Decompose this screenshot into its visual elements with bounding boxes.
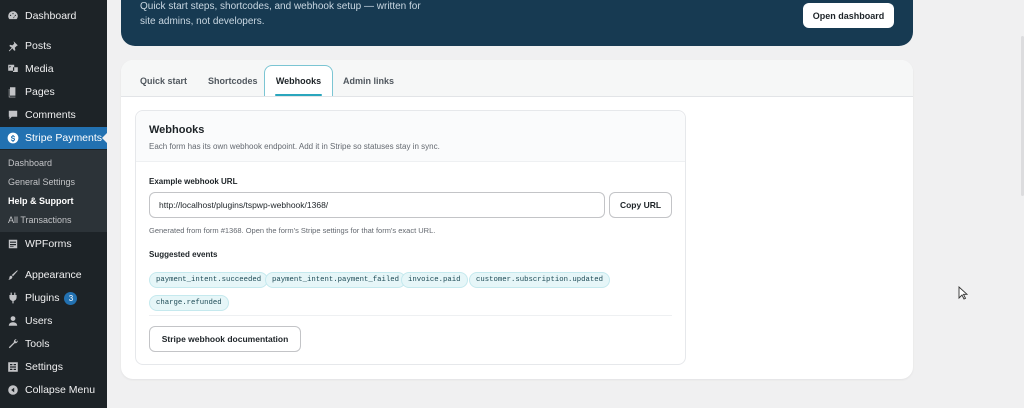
menu-label: Posts bbox=[25, 40, 52, 52]
brush-icon bbox=[6, 268, 20, 282]
menu-tools[interactable]: Tools bbox=[0, 333, 107, 355]
mouse-cursor-icon bbox=[958, 286, 968, 300]
plug-icon bbox=[6, 291, 20, 305]
tab-shortcodes[interactable]: Shortcodes bbox=[208, 76, 258, 86]
event-chip: payment_intent.succeeded bbox=[149, 272, 269, 288]
menu-collapse[interactable]: Collapse Menu bbox=[0, 379, 107, 401]
menu-label: Collapse Menu bbox=[25, 384, 96, 396]
menu-label: Media bbox=[25, 63, 54, 75]
menu-users[interactable]: Users bbox=[0, 310, 107, 332]
event-chip: charge.refunded bbox=[149, 295, 229, 311]
event-chip: invoice.paid bbox=[401, 272, 468, 288]
panel-subtitle: Each form has its own webhook endpoint. … bbox=[149, 142, 440, 151]
menu-label: Plugins bbox=[25, 292, 60, 304]
webhook-docs-button[interactable]: Stripe webhook documentation bbox=[149, 326, 301, 352]
menu-appearance[interactable]: Appearance bbox=[0, 264, 107, 286]
menu-label: Users bbox=[25, 315, 53, 327]
media-icon bbox=[6, 62, 20, 76]
help-card: Quick start Shortcodes Webhooks Admin li… bbox=[121, 60, 913, 379]
divider bbox=[149, 315, 672, 316]
pages-icon bbox=[6, 85, 20, 99]
menu-media[interactable]: Media bbox=[0, 58, 107, 80]
collapse-icon bbox=[6, 383, 20, 397]
comment-icon bbox=[6, 108, 20, 122]
menu-label: Settings bbox=[25, 361, 63, 373]
page-scrollbar[interactable] bbox=[1020, 0, 1024, 408]
menu-stripe-payments[interactable]: Stripe Payments bbox=[0, 127, 107, 149]
wrench-icon bbox=[6, 337, 20, 351]
copy-url-button[interactable]: Copy URL bbox=[609, 192, 672, 218]
menu-label: WPForms bbox=[25, 238, 72, 250]
menu-label: Tools bbox=[25, 338, 50, 350]
event-chip: payment_intent.payment_failed bbox=[265, 272, 406, 288]
menu-plugins[interactable]: Plugins 3 bbox=[0, 287, 107, 309]
submenu-help-support[interactable]: Help & Support bbox=[8, 196, 74, 206]
panel-header: Webhooks Each form has its own webhook e… bbox=[136, 111, 685, 162]
suggested-events-label: Suggested events bbox=[149, 250, 218, 259]
stripe-submenu: Dashboard General Settings Help & Suppor… bbox=[0, 150, 107, 232]
pin-icon bbox=[6, 39, 20, 53]
menu-dashboard[interactable]: Dashboard bbox=[0, 5, 107, 27]
header-description: Quick start steps, shortcodes, and webho… bbox=[140, 1, 421, 27]
tab-admin-links[interactable]: Admin links bbox=[343, 76, 394, 86]
menu-pages[interactable]: Pages bbox=[0, 81, 107, 103]
menu-label: Pages bbox=[25, 86, 55, 98]
plugins-count-badge: 3 bbox=[64, 291, 78, 305]
form-icon bbox=[6, 237, 20, 251]
dollar-icon bbox=[6, 131, 20, 145]
menu-settings[interactable]: Settings bbox=[0, 356, 107, 378]
header-banner: Quick start steps, shortcodes, and webho… bbox=[121, 0, 913, 46]
tab-webhooks[interactable]: Webhooks bbox=[264, 65, 333, 96]
tab-quick-start[interactable]: Quick start bbox=[140, 76, 187, 86]
dashboard-icon bbox=[6, 9, 20, 23]
tab-bar: Quick start Shortcodes Webhooks Admin li… bbox=[121, 60, 913, 97]
event-chip: customer.subscription.updated bbox=[469, 272, 610, 288]
menu-comments[interactable]: Comments bbox=[0, 104, 107, 126]
submenu-all-transactions[interactable]: All Transactions bbox=[8, 215, 72, 225]
webhooks-panel: Webhooks Each form has its own webhook e… bbox=[135, 110, 686, 365]
menu-label: Comments bbox=[25, 109, 76, 121]
open-dashboard-button[interactable]: Open dashboard bbox=[803, 3, 894, 28]
webhook-url-field[interactable] bbox=[149, 192, 605, 218]
menu-label: Dashboard bbox=[25, 10, 77, 22]
menu-label: Appearance bbox=[25, 269, 82, 281]
menu-posts[interactable]: Posts bbox=[0, 35, 107, 57]
menu-wpforms[interactable]: WPForms bbox=[0, 233, 107, 255]
settings-icon bbox=[6, 360, 20, 374]
user-icon bbox=[6, 314, 20, 328]
submenu-dashboard[interactable]: Dashboard bbox=[8, 158, 52, 168]
webhook-url-help: Generated from form #1368. Open the form… bbox=[149, 226, 436, 235]
menu-label: Stripe Payments bbox=[25, 132, 103, 144]
webhook-url-label: Example webhook URL bbox=[149, 177, 238, 186]
submenu-general-settings[interactable]: General Settings bbox=[8, 177, 75, 187]
panel-title: Webhooks bbox=[149, 124, 205, 136]
admin-sidebar: Dashboard Posts Media Pages Comments Str… bbox=[0, 0, 107, 408]
